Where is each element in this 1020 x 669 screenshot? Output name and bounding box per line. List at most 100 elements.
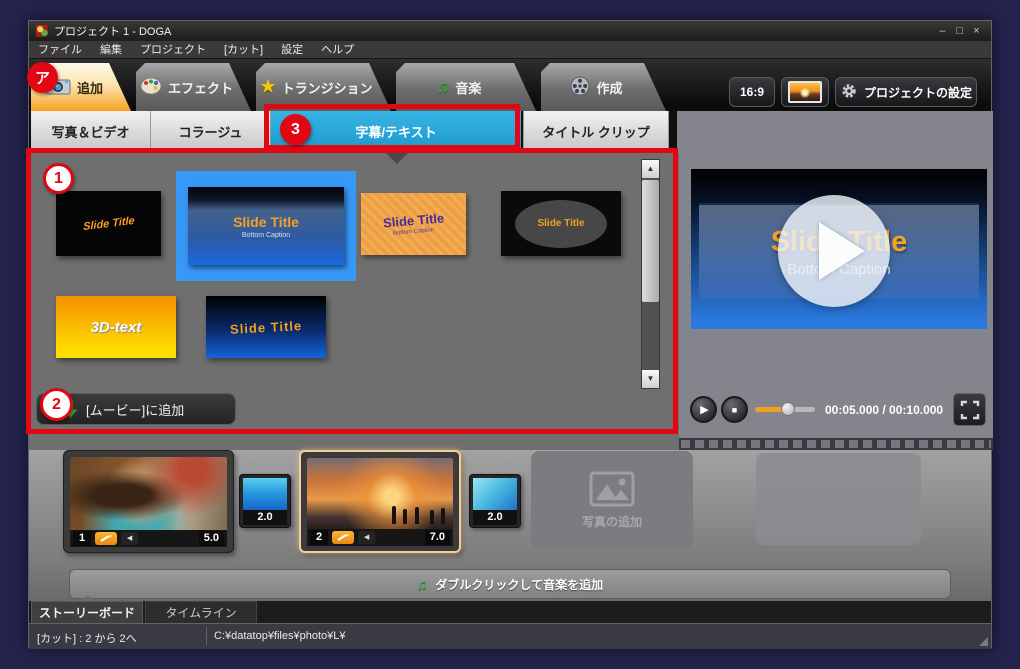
- template-title-text: Slide Title: [83, 214, 135, 232]
- resize-grip[interactable]: [979, 637, 988, 646]
- edit-pencil-icon[interactable]: [95, 532, 117, 545]
- title-bar: プロジェクト 1 - DOGA – □ ×: [29, 21, 991, 41]
- clip-2-toolbar: 2 ◀ 7.0: [307, 529, 453, 546]
- project-settings-label: プロジェクトの設定: [864, 84, 972, 101]
- selected-tab-pointer: [384, 151, 410, 164]
- tab-storyboard[interactable]: ストーリーボード: [31, 601, 143, 623]
- transition-1-thumbnail: [243, 478, 287, 510]
- status-bar: [カット] : 2 から 2へ C:¥datatop¥files¥photo¥L…: [29, 623, 991, 649]
- content-area: Slide Title Slide Title Bottom Caption S…: [29, 151, 991, 450]
- music-note-icon: ♫: [437, 77, 450, 97]
- menu-file[interactable]: ファイル: [29, 41, 91, 59]
- menu-cut[interactable]: [カット]: [215, 41, 272, 59]
- template-title-text: Slide Title: [230, 318, 303, 337]
- clip-duration: 7.0: [425, 530, 450, 545]
- clip-number: 1: [73, 531, 91, 546]
- subtab-photo-video[interactable]: 写真＆ビデオ: [31, 111, 151, 151]
- film-strip-holes: [681, 440, 991, 448]
- star-icon: ★: [260, 77, 275, 97]
- template-ellipse[interactable]: Slide Title: [501, 191, 621, 256]
- tab-create[interactable]: 作成: [541, 63, 666, 111]
- template-caption-text: Bottom Caption: [242, 232, 290, 239]
- status-cut-info: [カット] : 2 から 2へ: [37, 630, 137, 646]
- subtab-subtitle-text[interactable]: 字幕/テキスト: [271, 111, 521, 151]
- scroll-up-button[interactable]: ▲: [642, 160, 659, 178]
- template-panel: Slide Title Slide Title Bottom Caption S…: [29, 151, 679, 450]
- maximize-icon[interactable]: □: [951, 22, 968, 40]
- subtab-subtitle-text-label: 字幕/テキスト: [355, 122, 436, 141]
- menu-help[interactable]: ヘルプ: [312, 41, 363, 59]
- clip-1-toolbar: 1 ◀ 5.0: [70, 530, 227, 547]
- transition-2[interactable]: 2.0: [469, 474, 521, 528]
- music-track[interactable]: ♫ ダブルクリックして音楽を追加: [69, 569, 951, 599]
- storyboard-track: 1 ◀ 5.0 2.0: [29, 450, 991, 566]
- template-3d-text[interactable]: 3D-text: [56, 296, 176, 358]
- video-preview[interactable]: Slide Title Bottom Caption: [691, 169, 987, 329]
- tab-effects[interactable]: エフェクト: [136, 63, 251, 111]
- minimize-icon[interactable]: –: [934, 22, 951, 40]
- camera-icon: [45, 77, 71, 98]
- speaker-icon[interactable]: ◀: [121, 532, 138, 545]
- play-overlay-button[interactable]: [778, 195, 890, 307]
- aspect-ratio-button[interactable]: 16:9: [729, 77, 775, 107]
- aspect-ratio-label: 16:9: [740, 85, 764, 99]
- add-photo-slot[interactable]: 写真の追加: [531, 451, 693, 549]
- template-blue-gradient[interactable]: Slide Title: [206, 296, 326, 358]
- app-window: プロジェクト 1 - DOGA – □ × ファイル 編集 プロジェクト [カッ…: [28, 20, 992, 648]
- subtab-collage-label: コラージュ: [179, 122, 243, 141]
- template-title-text: Slide Title: [382, 210, 444, 230]
- stop-button[interactable]: ■: [721, 396, 748, 423]
- play-button[interactable]: ▶: [690, 396, 717, 423]
- scrollbar-thumb[interactable]: [642, 180, 659, 302]
- empty-slot: [756, 453, 921, 545]
- tab-timeline[interactable]: タイムライン: [145, 601, 257, 623]
- clip-number: 2: [310, 530, 328, 545]
- image-placeholder-icon: [589, 471, 635, 507]
- fullscreen-button[interactable]: [953, 393, 986, 426]
- edit-pencil-icon[interactable]: [332, 531, 354, 544]
- transition-2-thumbnail: [473, 478, 517, 510]
- film-reel-icon: [570, 76, 590, 99]
- menu-edit[interactable]: 編集: [91, 41, 131, 59]
- clip-2-photo: [307, 458, 453, 532]
- template-selected-highlight[interactable]: Slide Title Bottom Caption: [176, 171, 356, 281]
- template-orange-texture[interactable]: Slide Title Bottom Caption: [361, 193, 466, 255]
- tab-music-label: 音楽: [455, 78, 481, 97]
- add-photo-label: 写真の追加: [582, 513, 642, 530]
- subtab-photo-video-label: 写真＆ビデオ: [51, 122, 129, 141]
- template-title-text: 3D-text: [91, 319, 142, 336]
- silhouette: [392, 506, 396, 524]
- template-title-text: Slide Title: [233, 214, 299, 230]
- tab-add-label: 追加: [77, 78, 103, 97]
- tab-transitions[interactable]: ★ トランジション: [256, 63, 391, 111]
- screenshot-canvas: プロジェクト 1 - DOGA – □ × ファイル 編集 プロジェクト [カッ…: [0, 0, 1020, 669]
- subtab-title-clip[interactable]: タイトル クリップ: [523, 111, 669, 151]
- close-icon[interactable]: ×: [968, 22, 985, 40]
- subtab-title-clip-label: タイトル クリップ: [542, 122, 650, 141]
- template-arc-title[interactable]: Slide Title: [56, 191, 161, 256]
- film-strip: [679, 438, 993, 450]
- speaker-icon[interactable]: ◀: [358, 531, 375, 544]
- subtab-collage[interactable]: コラージュ: [151, 111, 271, 151]
- background-image-button[interactable]: [781, 77, 829, 107]
- scroll-down-button[interactable]: ▼: [642, 370, 659, 388]
- transition-1[interactable]: 2.0: [239, 474, 291, 528]
- template-ellipse-shape: Slide Title: [515, 200, 607, 248]
- preview-panel: Slide Title Bottom Caption ▶ ■ 00:05.000…: [679, 151, 993, 438]
- storyboard-clip-1[interactable]: 1 ◀ 5.0: [63, 450, 234, 553]
- template-blue-panel[interactable]: Slide Title Bottom Caption: [188, 187, 344, 265]
- clip-1-photo: [70, 457, 227, 531]
- add-to-movie-button[interactable]: [ムービー]に追加: [36, 393, 236, 425]
- clip-duration: 5.0: [199, 531, 224, 546]
- add-to-movie-label: [ムービー]に追加: [86, 400, 184, 419]
- app-icon: [36, 25, 48, 37]
- menu-settings[interactable]: 設定: [272, 41, 312, 59]
- tab-effects-label: エフェクト: [168, 78, 233, 97]
- storyboard-clip-2-selected[interactable]: 2 ◀ 7.0: [299, 450, 461, 553]
- template-scrollbar[interactable]: ▲ ▼: [641, 159, 660, 389]
- seek-slider-thumb[interactable]: [781, 402, 795, 416]
- tab-add[interactable]: 追加: [31, 63, 131, 111]
- tab-music[interactable]: ♫ 音楽: [396, 63, 536, 111]
- project-settings-button[interactable]: プロジェクトの設定: [835, 77, 977, 107]
- menu-project[interactable]: プロジェクト: [131, 41, 215, 59]
